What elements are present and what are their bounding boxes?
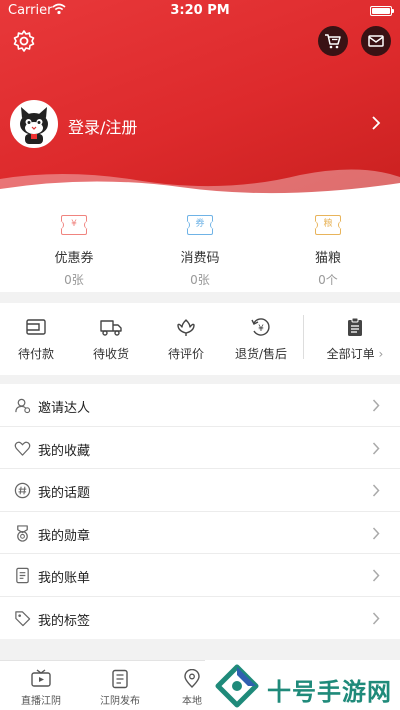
tv-icon (31, 669, 51, 687)
header-wave (0, 169, 400, 205)
clock: 3:20 PM (170, 3, 230, 18)
avatar[interactable] (10, 100, 58, 148)
hashtag-icon (14, 482, 31, 499)
flower-icon (177, 319, 195, 336)
wallet-consume-code[interactable]: 券 消费码 0张 (140, 215, 260, 288)
food-ticket-icon: 粮 (313, 215, 343, 235)
order-label: 待付款 (17, 347, 54, 361)
order-pending-receipt[interactable]: 待收货 (71, 317, 151, 362)
wallet-card: ¥ 优惠券 0张 券 消费码 0张 粮 猫粮 0个 (0, 205, 400, 292)
login-register-link[interactable]: 登录/注册 (68, 114, 137, 138)
chevron-right-icon (372, 569, 380, 582)
wallet-label: 优惠券 (54, 251, 94, 266)
mail-button[interactable] (361, 26, 391, 56)
orders-card: 待付款 待收货 待评价 ¥ 退货/售后 全部订单 › (0, 303, 400, 375)
location-icon (184, 669, 200, 688)
tab-jiangyin-release[interactable]: 江阴发布 (80, 669, 160, 707)
chevron-right-icon (372, 484, 380, 497)
wallet-count: 0个 (318, 273, 338, 287)
chevron-right-icon (372, 611, 380, 625)
profile-header: Carrier 3:20 PM 登录/注册 (0, 0, 400, 205)
wallet-count: 0张 (64, 273, 84, 287)
tag-icon (15, 610, 31, 626)
gear-icon[interactable] (12, 29, 36, 53)
truck-icon (100, 320, 122, 336)
wallet-cat-food[interactable]: 粮 猫粮 0个 (268, 215, 388, 288)
order-refund[interactable]: ¥ 退货/售后 (221, 317, 301, 362)
ticket-icon: 券 (185, 215, 215, 235)
wallet-coupon[interactable]: ¥ 优惠券 0张 (14, 215, 134, 288)
tab-live-jiangyin[interactable]: 直播江阴 (1, 669, 81, 707)
battery-icon (370, 6, 394, 16)
order-pending-payment[interactable]: 待付款 (0, 317, 76, 362)
menu-item-tags[interactable]: 我的标签 (0, 597, 400, 640)
medal-icon (17, 524, 28, 542)
wallet-label: 消费码 (180, 251, 220, 266)
chevron-right-icon (372, 526, 380, 540)
watermark-logo (215, 664, 259, 708)
menu-item-label: 我的账单 (38, 571, 91, 586)
orders-divider (303, 315, 304, 359)
watermark-text: 十号手游网 (267, 678, 392, 706)
site-watermark: 十号手游网 (205, 660, 400, 710)
cart-button[interactable] (318, 26, 348, 56)
menu-item-medals[interactable]: 我的勋章 (0, 512, 400, 554)
clipboard-icon (348, 317, 362, 336)
wallet-label: 猫粮 (314, 251, 341, 266)
all-orders-label: 全部订单 (326, 347, 375, 361)
tab-label: 江阴发布 (100, 696, 140, 707)
order-label: 待评价 (167, 347, 204, 361)
menu-list: 邀请达人 我的收藏 我的话题 我的勋章 我的账单 我的标签 (0, 384, 400, 639)
menu-item-bills[interactable]: 我的账单 (0, 554, 400, 597)
coupon-icon: ¥ (59, 215, 89, 235)
user-plus-icon (15, 398, 31, 414)
chevron-right-icon: › (378, 347, 384, 361)
status-bar: Carrier 3:20 PM (0, 0, 400, 22)
menu-item-label: 邀请达人 (38, 401, 91, 416)
all-orders-button[interactable]: 全部订单 › (310, 317, 400, 362)
cart-icon (325, 34, 341, 49)
svg-text:¥: ¥ (258, 324, 264, 334)
chevron-right-icon (372, 399, 380, 412)
chevron-right-icon[interactable] (370, 115, 382, 131)
menu-item-topics[interactable]: 我的话题 (0, 469, 400, 512)
menu-item-favorites[interactable]: 我的收藏 (0, 427, 400, 469)
menu-item-label: 我的话题 (38, 486, 91, 501)
refund-icon: ¥ (251, 318, 270, 336)
wallet-count: 0张 (190, 273, 210, 287)
document-icon (112, 669, 128, 689)
order-label: 待收货 (92, 347, 129, 361)
wallet-icon (26, 319, 46, 335)
bill-icon (16, 567, 29, 584)
heart-icon (14, 441, 31, 456)
order-label: 退货/售后 (234, 347, 288, 361)
order-pending-review[interactable]: 待评价 (146, 317, 226, 362)
mail-icon (368, 35, 384, 47)
menu-item-label: 我的收藏 (38, 443, 91, 459)
menu-item-label: 我的标签 (38, 613, 91, 629)
menu-item-invite[interactable]: 邀请达人 (0, 384, 400, 427)
chevron-right-icon (372, 441, 380, 455)
tab-label: 直播江阴 (21, 696, 61, 707)
menu-item-label: 我的勋章 (38, 528, 91, 544)
